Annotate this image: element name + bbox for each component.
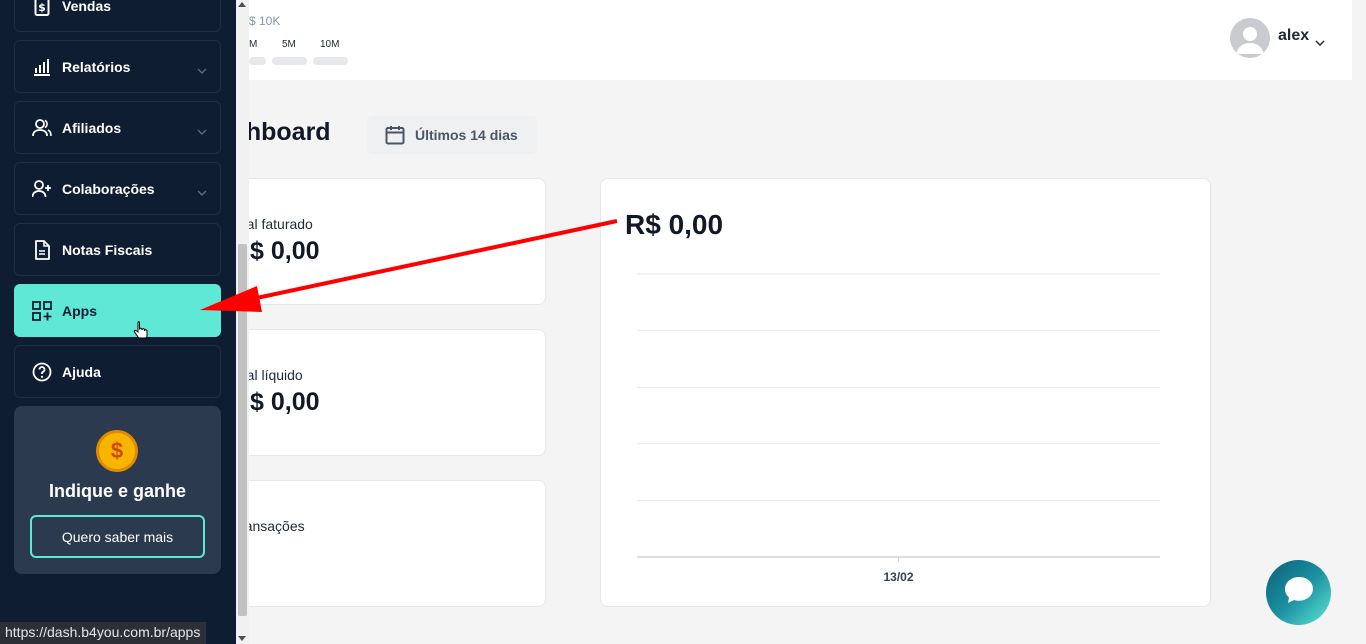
sidebar-item-label: Apps [62,302,97,319]
coin-icon: $ [96,430,138,472]
chart-x-tick-label: 13/02 [883,570,913,584]
sidebar-item-notas-fiscais[interactable]: Notas Fiscais [14,223,221,276]
milestone-progress-pill [249,57,266,65]
sidebar-item-relatorios[interactable]: Relatórios [14,40,221,93]
status-bar-url: https://dash.b4you.com.br/apps [0,622,207,644]
chevron-down-icon [197,122,207,138]
receipt-dollar-icon: $ [32,0,52,16]
date-range-label: Últimos 14 dias [415,127,518,143]
svg-text:$: $ [38,1,46,14]
milestone-label: 10M [320,39,340,50]
stat-card-label: Total faturado [249,216,313,232]
calendar-icon [385,125,405,145]
sidebar-item-label: Afiliados [62,119,122,136]
stat-card-value: R$ 0,00 [249,237,320,265]
scroll-up-arrow-icon[interactable] [238,2,246,7]
user-menu-name[interactable]: alex [1278,27,1309,45]
page-title: Dashboard [249,118,331,146]
stat-card-value: R$ 0,00 [249,388,320,416]
revenue-chart-card: R$ 0,00 13/02 [600,178,1211,607]
apps-grid-icon [32,300,52,321]
stat-card-label: Transações [249,518,305,534]
help-circle-icon [32,362,52,382]
scrollbar-thumb[interactable] [238,244,247,616]
sidebar-item-colaboracoes[interactable]: Colaborações [14,162,221,215]
chat-button[interactable] [1266,560,1331,625]
scroll-down-arrow-icon[interactable] [238,636,246,641]
sidebar-item-label: Vendas [62,0,112,14]
users-icon [32,118,52,138]
sidebar-item-vendas[interactable]: $ Vendas [14,0,221,32]
stat-card-label: Total líquido [249,367,303,383]
sidebar-scrollbar[interactable] [236,0,249,644]
document-icon [32,239,52,260]
milestone-progress-pill [272,57,307,65]
referral-promo-card: $ Indique e ganhe Quero saber mais [14,406,221,574]
goal-progress-label: $ 10K [249,14,281,28]
date-range-filter[interactable]: Últimos 14 dias [367,116,537,154]
stat-card-transacoes: Transações [249,480,546,607]
top-header: $ 10K M 5M 10M alex [249,0,1352,80]
chevron-down-icon [197,61,207,77]
sidebar-item-label: Relatórios [62,58,131,75]
milestone-label: 5M [282,39,296,50]
sidebar-item-label: Colaborações [62,180,155,197]
sidebar-item-label: Ajuda [62,363,101,380]
sidebar-item-afiliados[interactable]: Afiliados [14,101,221,154]
user-plus-icon [32,179,52,199]
chat-bubble-icon [1283,575,1315,610]
sidebar-item-apps[interactable]: Apps [14,284,221,337]
sidebar-item-ajuda[interactable]: Ajuda [14,345,221,398]
sidebar: $ Vendas Relatórios Afiliados Colaboraçõ… [0,0,236,644]
milestone-progress-pill [313,57,348,65]
promo-title: Indique e ganhe [48,481,186,501]
learn-more-button[interactable]: Quero saber mais [30,515,205,558]
chevron-down-icon [197,183,207,199]
bar-chart-icon [32,57,52,77]
avatar[interactable] [1230,18,1270,58]
milestone-label: M [249,39,258,50]
sidebar-item-label: Notas Fiscais [62,241,153,258]
stat-card-total-liquido: Total líquido R$ 0,00 [249,329,546,456]
revenue-chart: 13/02 [637,273,1160,584]
chevron-down-icon[interactable] [1315,33,1325,51]
stat-card-total-faturado: Total faturado R$ 0,00 [249,178,546,305]
